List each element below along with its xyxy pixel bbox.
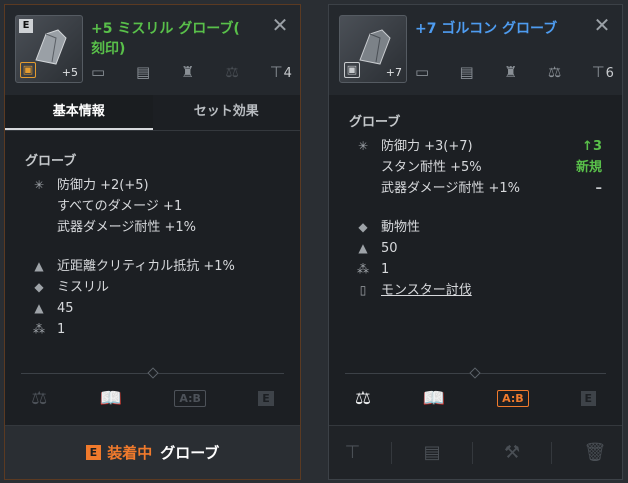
enhance-level: +7 [385, 66, 402, 79]
storage-icon[interactable]: ▤ [424, 442, 441, 463]
anvil-icon: ⊤4 [269, 63, 292, 81]
lock-icon[interactable]: ▣ [344, 62, 360, 78]
book-icon[interactable]: 📖 [100, 388, 122, 409]
item-thumbnail[interactable]: E ▣ +5 [15, 15, 83, 83]
storage-icon: ▤ [136, 63, 151, 81]
level-row: ⁂ 1 [5, 319, 300, 340]
compare-balance-icon[interactable]: ⚖ [31, 388, 47, 409]
flame-icon: ▲ [34, 259, 44, 273]
book-icon[interactable]: 📖 [423, 388, 445, 409]
trash-icon[interactable]: 🗑 [583, 442, 606, 463]
stat-row: 武器ダメージ耐性 +1% [57, 220, 196, 235]
source-link[interactable]: モンスター討伐 [381, 280, 622, 301]
ab-compare-icon[interactable]: A:B [497, 389, 529, 407]
equip-status-bar[interactable]: E 装着中 グローブ [5, 425, 300, 479]
trade-icon: ♜ [181, 63, 195, 81]
compare-item-tooltip: ▣ +7 +7 ゴルコン グローブ ✕ ▭ ▤ ♜ ⚖ ⊤6 グローブ ✳ 防御… [328, 4, 623, 480]
view-mode-icons: ⚖ 📖 A:B E [329, 383, 622, 413]
close-icon[interactable]: ✕ [270, 15, 290, 35]
storage-icon: ▤ [459, 63, 474, 81]
weight-icon: ▲ [358, 241, 368, 255]
trade-icon: ♜ [504, 63, 518, 81]
tab-set-effect[interactable]: セット効果 [153, 95, 301, 130]
stack-count: 4 [283, 66, 292, 81]
anvil-icon[interactable]: ⊤ [345, 442, 361, 463]
divider-diamond [469, 367, 481, 379]
item-header: E ▣ +5 +5 ミスリル グローブ( 刻印) ✕ ▭ ▤ ♜ ⚖ ⊤4 [5, 5, 300, 95]
ab-compare-icon[interactable]: A:B [174, 389, 206, 407]
special-row: ▲ 近距離クリティカル抵抗 +1% [5, 256, 300, 277]
stat-delta: 新規 [575, 160, 602, 175]
stack-count: 6 [605, 66, 614, 81]
item-thumbnail[interactable]: ▣ +7 [339, 15, 407, 83]
close-icon[interactable]: ✕ [592, 15, 612, 35]
equip-e-icon[interactable]: E [258, 390, 274, 406]
stat-row: すべてのダメージ +1 [57, 199, 183, 214]
basic-info-content: グローブ ✳ 防御力 +2(+5) すべてのダメージ +1 武器ダメージ耐性 +… [5, 150, 300, 340]
item-header: ▣ +7 +7 ゴルコン グローブ ✕ ▭ ▤ ♜ ⚖ ⊤6 [329, 5, 622, 95]
divider-diamond [147, 367, 159, 379]
material-icon: ◆ [358, 220, 368, 234]
tooltip-tabs: 基本情報 セット効果 [5, 95, 300, 131]
weight-row: ▲ 45 [5, 298, 300, 319]
material-row: ◆ 動物性 [329, 217, 622, 238]
view-mode-icons: ⚖ 📖 A:B E [5, 383, 300, 413]
stat-star-icon: ✳ [33, 178, 45, 192]
hammer-icon[interactable]: ⚒ [504, 442, 520, 463]
item-category: グローブ [349, 115, 401, 130]
balance-icon: ⚖ [225, 63, 239, 81]
anvil-icon: ⊤6 [591, 63, 614, 81]
equipped-e-icon: E [85, 445, 102, 460]
item-name: +7 ゴルコン グローブ [415, 21, 558, 37]
lock-icon[interactable]: ▣ [20, 62, 36, 78]
item-name: +5 ミスリル グローブ( 刻印) [91, 21, 240, 57]
material-icon: ◆ [34, 280, 44, 294]
bag-icon: ▭ [415, 63, 430, 81]
stat-row: ✳ 防御力 +2(+5) [5, 175, 300, 196]
stat-delta: ↑3 [582, 139, 602, 154]
stat-row: 武器ダメージ耐性 +1% – [329, 178, 622, 199]
stat-star-icon: ✳ [357, 139, 369, 153]
balance-icon: ⚖ [547, 63, 562, 81]
item-category: グローブ [25, 154, 77, 169]
weight-row: ▲ 50 [329, 238, 622, 259]
item-property-icons: ▭ ▤ ♜ ⚖ ⊤4 [91, 61, 292, 83]
equip-e-icon[interactable]: E [580, 390, 597, 406]
bag-icon: ▭ [91, 63, 106, 81]
level-row: ⁂ 1 [329, 259, 622, 280]
stat-row: ✳ 防御力 +3(+7) ↑3 [329, 136, 622, 157]
item-action-bar: ⊤ ▤ ⚒ 🗑 [329, 425, 622, 479]
map-icon: ▯ [359, 283, 367, 297]
equip-label: 装着中 [107, 444, 153, 462]
equip-item: グローブ [160, 444, 220, 462]
item-property-icons: ▭ ▤ ♜ ⚖ ⊤6 [415, 61, 614, 83]
enhance-level: +5 [61, 66, 78, 79]
compare-balance-icon[interactable]: ⚖ [355, 388, 371, 409]
weight-icon: ▲ [34, 301, 44, 315]
level-icon: ⁂ [33, 322, 45, 336]
stat-delta: – [595, 181, 603, 196]
source-row: ▯ モンスター討伐 [329, 280, 622, 301]
material-row: ◆ ミスリル [5, 277, 300, 298]
equipped-item-tooltip: E ▣ +5 +5 ミスリル グローブ( 刻印) ✕ ▭ ▤ ♜ ⚖ ⊤4 基本… [4, 4, 301, 480]
basic-info-content: グローブ ✳ 防御力 +3(+7) ↑3 スタン耐性 +5% 新規 武器ダメージ… [329, 111, 622, 301]
stat-row: スタン耐性 +5% 新規 [329, 157, 622, 178]
tab-basic-info[interactable]: 基本情報 [5, 95, 153, 130]
level-icon: ⁂ [357, 262, 369, 276]
